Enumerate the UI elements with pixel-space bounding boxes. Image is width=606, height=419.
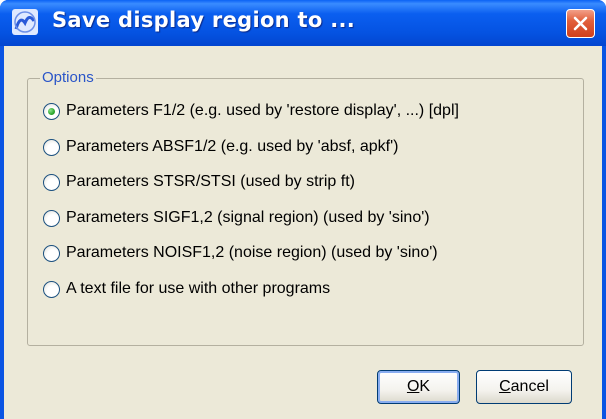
radio-button[interactable] — [43, 209, 60, 227]
radio-button[interactable] — [43, 102, 60, 120]
radio-button[interactable] — [43, 244, 60, 262]
option-label: Parameters F1/2 (e.g. used by 'restore d… — [66, 102, 459, 119]
dialog-window: Save display region to ... Options Param… — [0, 0, 606, 419]
option-label: Parameters STSR/STSI (used by strip ft) — [66, 173, 355, 190]
radio-button[interactable] — [43, 173, 60, 191]
option-parameters-f12[interactable]: Parameters F1/2 (e.g. used by 'restore d… — [43, 98, 459, 124]
option-parameters-sigf12[interactable]: Parameters SIGF1,2 (signal region) (used… — [43, 205, 430, 231]
radio-button[interactable] — [43, 280, 60, 298]
options-group: Options Parameters F1/2 (e.g. used by 'r… — [27, 68, 584, 346]
cancel-mnemonic: C — [499, 378, 511, 395]
window-title: Save display region to ... — [52, 8, 356, 32]
option-label: Parameters NOISF1,2 (noise region) (used… — [66, 244, 438, 261]
option-parameters-absf12[interactable]: Parameters ABSF1/2 (e.g. used by 'absf, … — [43, 134, 399, 160]
option-label: A text file for use with other programs — [66, 280, 331, 297]
radio-button[interactable] — [43, 138, 60, 156]
cancel-button[interactable]: Cancel — [476, 370, 572, 404]
ok-label-rest: K — [419, 378, 431, 395]
ok-mnemonic: O — [406, 378, 420, 395]
option-label: Parameters ABSF1/2 (e.g. used by 'absf, … — [66, 138, 399, 155]
options-legend: Options — [40, 68, 96, 88]
option-label: Parameters SIGF1,2 (signal region) (used… — [66, 209, 430, 226]
close-button[interactable] — [566, 9, 595, 38]
option-parameters-stsr-stsi[interactable]: Parameters STSR/STSI (used by strip ft) — [43, 169, 355, 195]
option-parameters-noisf12[interactable]: Parameters NOISF1,2 (noise region) (used… — [43, 240, 438, 266]
cancel-label-rest: ancel — [510, 378, 549, 395]
option-text-file[interactable]: A text file for use with other programs — [43, 276, 330, 302]
title-bar[interactable]: Save display region to ... — [0, 0, 606, 46]
close-icon — [573, 16, 588, 31]
app-logo-icon — [12, 9, 38, 35]
ok-button[interactable]: OK — [377, 370, 460, 404]
dialog-body: Options Parameters F1/2 (e.g. used by 'r… — [4, 46, 602, 419]
